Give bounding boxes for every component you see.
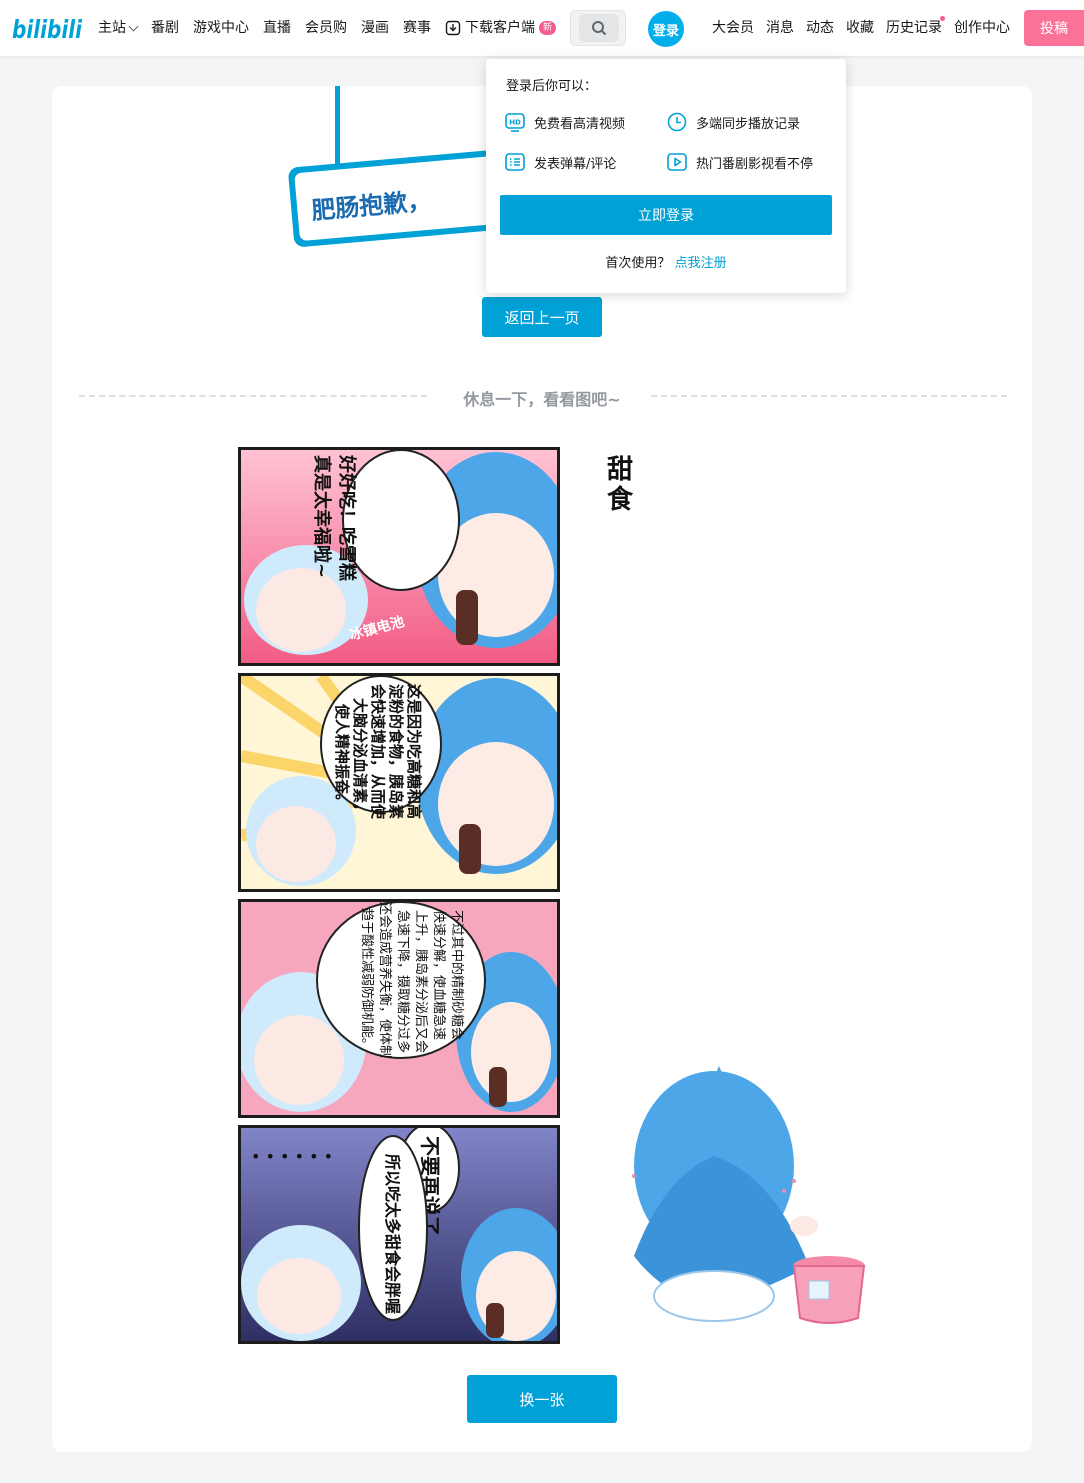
notification-dot [940, 16, 945, 21]
register-prompt: 首次使用？ [605, 256, 671, 271]
comic-panel-4: • • • • • • 不要再说了 所以吃太多甜食会胖喔 [238, 1125, 560, 1344]
download-icon [445, 20, 461, 36]
nav-item-anime[interactable]: 番剧 [144, 0, 186, 56]
nav-item-live[interactable]: 直播 [256, 0, 298, 56]
perk-label: 免费看高清视频 [534, 116, 626, 132]
comic-strip: 好好吃！吃雪糕 真是太幸福啦~ 冰镇电池 这是因为吃高糖和高 淀粉的食物，胰岛素 [238, 447, 560, 1345]
nav-item-shop[interactable]: 会员购 [298, 0, 354, 56]
nav-item-vip[interactable]: 大会员 [712, 0, 760, 56]
comic-side-title: 甜食 [606, 455, 633, 515]
svg-text:还会造成营养失衡，使体制: 还会造成营养失衡，使体制 [377, 902, 393, 1058]
nav-item-match[interactable]: 赛事 [396, 0, 438, 56]
perk-hd-video: HD 免费看高清视频 [504, 111, 625, 133]
search-box[interactable] [570, 10, 626, 46]
divider-line-right [651, 395, 1007, 397]
danmaku-icon [505, 153, 525, 171]
svg-text:快速分解，使血糖急速: 快速分解，使血糖急速 [431, 910, 447, 1040]
perk-label: 多端同步播放记录 [696, 116, 801, 132]
svg-text:大脑分泌血清素，: 大脑分泌血清素， [351, 698, 369, 818]
new-badge: 新 [539, 21, 557, 35]
swap-image-button[interactable]: 换一张 [467, 1375, 617, 1423]
register-link[interactable]: 点我注册 [675, 256, 727, 271]
play-icon [667, 153, 687, 171]
error-sign-illustration: 肥肠抱歉， [288, 86, 513, 247]
popover-login-button[interactable]: 立即登录 [500, 195, 832, 235]
svg-text:使人精神振奋。: 使人精神振奋。 [333, 703, 351, 809]
perk-anime-movies: 热门番剧影视看不停 [666, 151, 813, 173]
search-button[interactable] [579, 14, 619, 42]
nav-left: 主站 番剧 游戏中心 直播 会员购 漫画 赛事 下载客户端 新 [98, 0, 563, 56]
perk-label: 发表弹幕/评论 [534, 156, 617, 172]
search-icon [592, 21, 607, 36]
svg-text:bilibili: bilibili [12, 15, 82, 44]
nav-item-download[interactable]: 下载客户端 新 [438, 0, 563, 56]
hd-icon: HD [505, 113, 525, 132]
nav-item-favorites[interactable]: 收藏 [840, 0, 880, 56]
popover-title: 登录后你可以： [506, 79, 598, 94]
download-label: 下载客户端 [465, 20, 535, 36]
svg-text:HD: HD [509, 119, 521, 127]
nav-item-game[interactable]: 游戏中心 [186, 0, 256, 56]
top-nav: bilibili 主站 番剧 游戏中心 直播 会员购 漫画 赛事 下载客户端 新… [0, 0, 1084, 56]
nav-item-messages[interactable]: 消息 [760, 0, 800, 56]
clock-icon [667, 112, 687, 132]
svg-text:会快速增加，从而使: 会快速增加，从而使 [369, 684, 387, 820]
nav-item-manga[interactable]: 漫画 [354, 0, 396, 56]
login-popover: 登录后你可以： HD 免费看高清视频 多端同步播放记录 发表弹幕/评论 热门番剧… [486, 59, 846, 293]
comic-panel-1: 好好吃！吃雪糕 真是太幸福啦~ 冰镇电池 [238, 447, 560, 666]
svg-text:这是因为吃高糖和高: 这是因为吃高糖和高 [405, 684, 423, 819]
comic-panel-3: 不过其中的精制砂糖会 快速分解，使血糖急速 上升，胰岛素分泌后又会 急速下降，摄… [238, 899, 560, 1118]
comic-panel-2-art: 这是因为吃高糖和高 淀粉的食物，胰岛素 会快速增加，从而使 大脑分泌血清素， 使… [241, 676, 557, 889]
divider-text: 休息一下，看看图吧~ [463, 390, 621, 409]
login-avatar-button[interactable]: 登录 [648, 11, 684, 47]
nav-right: 大会员 消息 动态 收藏 历史记录 创作中心 [712, 0, 1016, 56]
perk-sync-history: 多端同步播放记录 [666, 111, 800, 133]
chevron-down-icon [128, 21, 139, 31]
svg-text:上升，胰岛素分泌后又会: 上升，胰岛素分泌后又会 [413, 910, 429, 1053]
nav-label: 主站 [98, 20, 126, 36]
nav-item-creator[interactable]: 创作中心 [948, 0, 1016, 56]
svg-text:好好吃！吃雪糕: 好好吃！吃雪糕 [336, 454, 358, 581]
bilibili-logo[interactable]: bilibili [12, 11, 82, 45]
chibi-illustration [632, 1066, 866, 1324]
comic-panel-2: 这是因为吃高糖和高 淀粉的食物，胰岛素 会快速增加，从而使 大脑分泌血清素， 使… [238, 673, 560, 892]
comic-panel-3-art: 不过其中的精制砂糖会 快速分解，使血糖急速 上升，胰岛素分泌后又会 急速下降，摄… [241, 902, 557, 1115]
perk-label: 热门番剧影视看不停 [696, 156, 814, 172]
nav-item-history[interactable]: 历史记录 [880, 0, 948, 56]
back-button[interactable]: 返回上一页 [482, 297, 602, 337]
svg-text:真是太幸福啦~: 真是太幸福啦~ [311, 455, 333, 578]
svg-text:趋于酸性减弱防御机能。: 趋于酸性减弱防御机能。 [359, 908, 375, 1051]
nav-item-dynamics[interactable]: 动态 [800, 0, 840, 56]
svg-text:不过其中的精制砂糖会: 不过其中的精制砂糖会 [449, 910, 465, 1040]
svg-text:• • • • • •: • • • • • • [251, 1147, 333, 1166]
perk-danmaku-comment: 发表弹幕/评论 [504, 151, 616, 173]
comic-panel-4-art: • • • • • • 不要再说了 所以吃太多甜食会胖喔 [241, 1128, 557, 1341]
svg-text:急速下降，摄取糖分过多: 急速下降，摄取糖分过多 [395, 910, 411, 1053]
nav-item-main[interactable]: 主站 [98, 0, 144, 56]
svg-text:淀粉的食物，胰岛素: 淀粉的食物，胰岛素 [387, 684, 405, 819]
svg-text:所以吃太多甜食会胖喔: 所以吃太多甜食会胖喔 [383, 1154, 402, 1314]
popover-register-row: 首次使用？ 点我注册 [486, 252, 846, 271]
upload-button[interactable]: 投稿 [1024, 10, 1084, 46]
comic-panel-1-art: 好好吃！吃雪糕 真是太幸福啦~ 冰镇电池 [241, 450, 557, 663]
